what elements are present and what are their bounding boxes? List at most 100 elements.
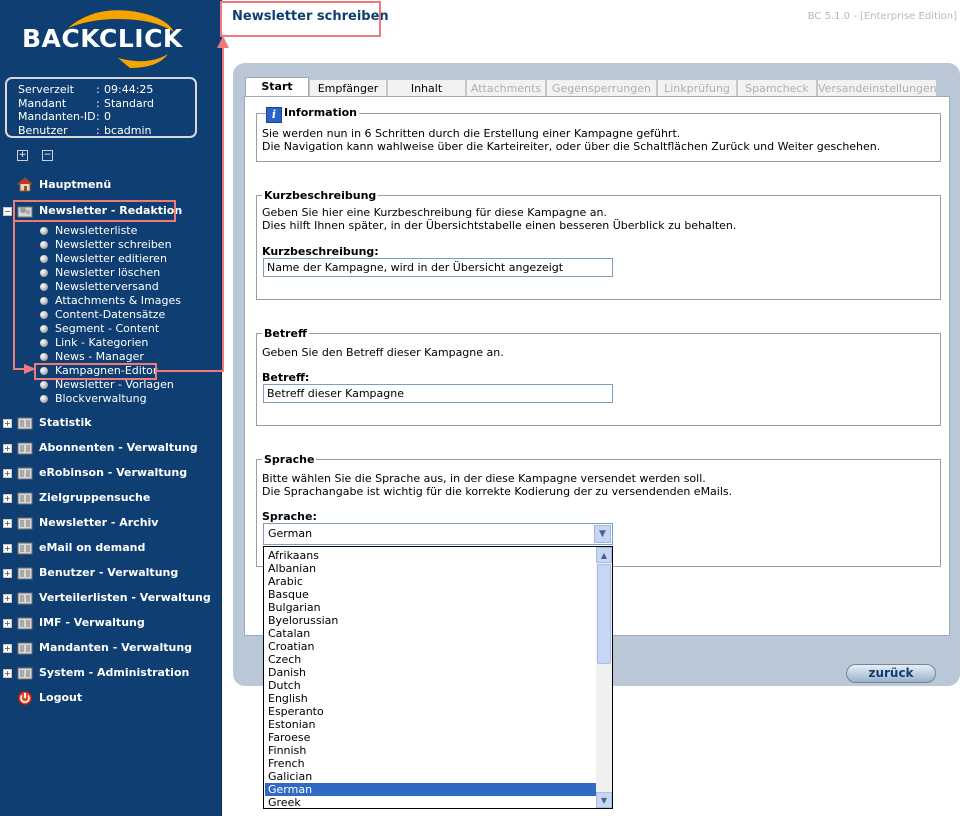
expand-icon[interactable]: + [3, 494, 12, 503]
server-info-value: bcadmin [104, 123, 152, 137]
language-option[interactable]: Albanian [265, 562, 596, 575]
bullet-icon [40, 311, 48, 319]
expand-all-button[interactable]: + [17, 150, 28, 161]
zurueck-button[interactable]: zurück [846, 664, 936, 683]
sidebar-subitem-label: News - Manager [55, 350, 144, 363]
sidebar-section-label: eMail on demand [39, 541, 146, 554]
expand-icon[interactable]: + [3, 619, 12, 628]
language-option[interactable]: Greek [265, 796, 596, 808]
sidebar-subitem-label: Segment - Content [55, 322, 160, 335]
betreff-title: Betreff [262, 327, 309, 340]
language-option[interactable]: Esperanto [265, 705, 596, 718]
language-option[interactable]: Finnish [265, 744, 596, 757]
language-option[interactable]: English [265, 692, 596, 705]
expand-icon[interactable]: + [3, 419, 12, 428]
scroll-thumb[interactable] [597, 564, 611, 664]
sidebar-section-label: Benutzer - Verwaltung [39, 566, 179, 579]
collapse-icon[interactable]: − [3, 207, 12, 216]
expand-icon[interactable]: + [3, 444, 12, 453]
folder-icon [17, 442, 33, 455]
language-option[interactable]: Arabic [265, 575, 596, 588]
sidebar-subitem-label: Link - Kategorien [55, 336, 149, 349]
language-select-value: German [268, 527, 313, 540]
sidebar-section-label: Mandanten - Verwaltung [39, 641, 193, 654]
server-info-label: Mandanten-ID [18, 110, 96, 123]
bullet-icon [40, 381, 48, 389]
sprache-label: Sprache: [262, 510, 317, 523]
language-option[interactable]: Byelorussian [265, 614, 596, 627]
language-option[interactable]: Danish [265, 666, 596, 679]
tab[interactable]: Start [245, 77, 309, 96]
tab[interactable]: Inhalt [387, 79, 466, 97]
sidebar-section-label: Verteilerlisten - Verwaltung [39, 591, 211, 604]
expand-icon[interactable]: + [3, 644, 12, 653]
bullet-icon [40, 283, 48, 291]
nav-label: Hauptmenü [39, 178, 112, 191]
server-info-label: Serverzeit [18, 83, 74, 96]
tab[interactable]: Empfänger [309, 79, 387, 97]
kurzbeschreibung-title: Kurzbeschreibung [262, 189, 379, 202]
folder-icon [17, 517, 33, 530]
bullet-icon [40, 241, 48, 249]
language-option[interactable]: Afrikaans [265, 549, 596, 562]
tab: Attachments [466, 79, 546, 97]
language-option[interactable]: French [265, 757, 596, 770]
server-info-value: Standard [104, 96, 155, 110]
folder-icon [17, 417, 33, 430]
server-info-separator: : [96, 83, 100, 96]
expand-icon[interactable]: + [3, 669, 12, 678]
sidebar-subitem-label: Newsletter editieren [55, 252, 167, 265]
language-dropdown-list[interactable]: Afrikaans Albanian Arabic Basque Bulgarian By… [263, 546, 613, 809]
annotation-line [157, 370, 224, 372]
expand-icon[interactable]: + [3, 469, 12, 478]
language-option[interactable]: Faroese [265, 731, 596, 744]
sidebar-subitem-label: Content-Datensätze [55, 308, 166, 321]
language-option[interactable]: Dutch [265, 679, 596, 692]
betreff-input[interactable] [263, 384, 613, 403]
tab: Versandeinstellungen [817, 79, 937, 97]
language-option[interactable]: Basque [265, 588, 596, 601]
folder-icon [17, 617, 33, 630]
collapse-all-button[interactable]: − [42, 150, 53, 161]
info-icon: i [266, 107, 282, 123]
scroll-up-icon[interactable]: ▲ [596, 547, 612, 563]
home-icon [17, 177, 33, 192]
tab: Gegensperrungen [546, 79, 657, 97]
language-option[interactable]: Galician [265, 770, 596, 783]
server-info-row: Benutzer: bcadmin [18, 124, 152, 137]
sidebar-section-label: IMF - Verwaltung [39, 616, 145, 629]
scroll-down-icon[interactable]: ▼ [596, 792, 612, 808]
bullet-icon [40, 353, 48, 361]
server-info-row: Mandant: Standard [18, 97, 154, 110]
bullet-icon [40, 297, 48, 305]
kurzbeschreibung-text-2: Dies hilft Ihnen später, in der Übersich… [262, 219, 737, 232]
expand-icon[interactable]: + [3, 544, 12, 553]
sidebar-section-label: Newsletter - Archiv [39, 516, 159, 529]
information-text-1: Sie werden nun in 6 Schritten durch die … [262, 127, 681, 140]
server-info-value: 09:44:25 [104, 83, 154, 96]
folder-icon [17, 542, 33, 555]
server-info-label: Benutzer [18, 123, 68, 137]
language-option[interactable]: Croatian [265, 640, 596, 653]
language-option[interactable]: Czech [265, 653, 596, 666]
sidebar-subitem-label: Blockverwaltung [55, 392, 147, 405]
sprache-title: Sprache [262, 453, 317, 466]
sidebar-subitem-label: Newsletterversand [55, 280, 159, 293]
expand-icon[interactable]: + [3, 569, 12, 578]
language-select[interactable]: German ▼ [263, 523, 613, 545]
server-info-separator: : [96, 123, 100, 137]
server-info-row: Mandanten-ID: 0 [18, 110, 111, 123]
dropdown-scrollbar[interactable]: ▲ ▼ [596, 547, 612, 808]
expand-icon[interactable]: + [3, 594, 12, 603]
power-icon [18, 691, 32, 705]
language-option[interactable]: German [265, 783, 596, 796]
nav-label: Logout [39, 691, 83, 704]
kurzbeschreibung-input[interactable] [263, 258, 613, 277]
language-option[interactable]: Catalan [265, 627, 596, 640]
expand-icon[interactable]: + [3, 519, 12, 528]
language-option[interactable]: Estonian [265, 718, 596, 731]
sidebar-subitem-label: Newsletter - Vorlagen [55, 378, 174, 391]
logo-text: BACKCLICK [22, 24, 183, 53]
chevron-down-icon[interactable]: ▼ [594, 525, 611, 543]
language-option[interactable]: Bulgarian [265, 601, 596, 614]
